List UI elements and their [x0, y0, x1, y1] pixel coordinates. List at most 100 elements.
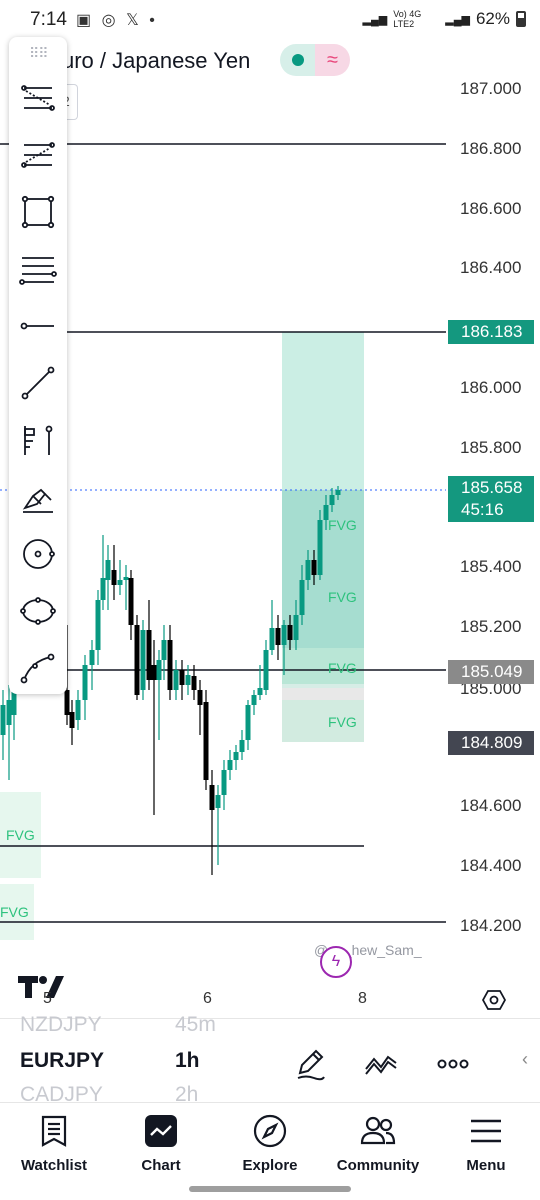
fib-retracement-tool[interactable] [17, 77, 59, 119]
trend-based-fib-icon [21, 142, 55, 168]
price-axis-label: 184.600 [460, 796, 522, 815]
home-indicator[interactable] [189, 1186, 351, 1192]
candle-body [0, 705, 6, 735]
candle-body [209, 785, 215, 810]
horizontal-ray-icon [20, 322, 54, 330]
time-axis-label: 5 [43, 990, 52, 1007]
candle-body [82, 665, 88, 700]
candle-body [251, 695, 257, 705]
price-axis-label: 186.000 [460, 378, 522, 397]
trend-line-icon [21, 366, 55, 400]
candle-body [134, 625, 140, 695]
anchored-vwap-tool[interactable] [17, 419, 59, 461]
candle-body [100, 578, 106, 600]
picker-current-interval[interactable]: 1h [175, 1049, 200, 1073]
nav-label: Watchlist [20, 1157, 88, 1174]
candle-body [299, 580, 305, 615]
rectangle-icon [21, 195, 55, 229]
price-axis-label: 186.400 [460, 258, 522, 277]
more-options-button[interactable] [436, 1047, 472, 1083]
stop-price-tag: 184.809 [448, 731, 534, 755]
anchored-vwap-icon [24, 425, 53, 455]
price-axis-label: 186.800 [460, 139, 522, 158]
candle-body [281, 625, 287, 645]
candle-body [156, 660, 162, 680]
symbol-interval-picker[interactable]: NZDJPY 45m EURJPY 1h CADJPY 2h ‹ [0, 1013, 540, 1106]
candle-body [75, 700, 81, 720]
chart-icon [143, 1113, 179, 1149]
network-label: Vo) 4G LTE2 [393, 9, 422, 29]
ellipse-tool[interactable] [17, 590, 59, 632]
price-axis-label: 185.800 [460, 438, 522, 457]
trend-line-tool[interactable] [17, 362, 59, 404]
ellipse-icon [20, 597, 56, 625]
drag-handle-icon[interactable]: ⠿⠿ [29, 45, 48, 62]
candle-body [317, 520, 323, 575]
fvg-label: FVG [328, 714, 357, 730]
candle-body [203, 702, 209, 780]
status-bar: 7:14 ▣ ◎ 𝕏 • ▂▄▆ Vo) 4G LTE2 ▂▄▆ 62% [0, 0, 540, 40]
indicators-button[interactable] [364, 1047, 400, 1083]
battery-percent: 62% [475, 9, 510, 28]
trend-fib-tool[interactable] [17, 134, 59, 176]
pencil-icon [297, 1049, 325, 1081]
current-price-tag: 185.658 45:16 [448, 476, 534, 522]
market-open-indicator [280, 44, 315, 76]
status-right: ▂▄▆ Vo) 4G LTE2 ▂▄▆ 62% [363, 9, 526, 29]
candle-body [95, 600, 101, 650]
fib-retracement-icon [21, 85, 55, 111]
horizontal-ray-tool[interactable] [17, 305, 59, 347]
rectangle-tool[interactable] [17, 191, 59, 233]
chart-settings-icon[interactable] [482, 988, 506, 1012]
candle-body [179, 670, 185, 685]
parallel-lines-tool[interactable] [17, 248, 59, 290]
menu-icon [468, 1113, 504, 1149]
watchlist-icon [36, 1113, 72, 1149]
price-axis-label: 187.000 [460, 79, 522, 98]
candle-body [329, 495, 335, 505]
picker-prev-symbol[interactable]: NZDJPY [20, 1013, 102, 1037]
target-price-tag: 186.183 [448, 320, 534, 344]
candle-body [233, 752, 239, 760]
nav-label: Chart [141, 1157, 181, 1174]
picker-current-symbol[interactable]: EURJPY [20, 1049, 104, 1073]
candle-body [69, 712, 75, 728]
zap-icon[interactable]: ϟ [320, 946, 352, 978]
nav-watchlist[interactable]: Watchlist [4, 1109, 104, 1183]
brush-tool[interactable] [17, 476, 59, 518]
fvg-box-grey [282, 688, 364, 700]
market-status-pill[interactable]: ≈ [280, 44, 350, 76]
nav-community[interactable]: Community [328, 1109, 428, 1183]
nav-explore[interactable]: Explore [220, 1109, 320, 1183]
candle-body [305, 560, 311, 580]
parallel-lines-icon [19, 257, 57, 285]
compass-icon [252, 1113, 288, 1149]
candle-body [6, 700, 12, 725]
candle-body [221, 770, 227, 795]
nav-chart[interactable]: Chart [111, 1109, 211, 1183]
symbol-title[interactable]: uro / Japanese Yen [62, 48, 250, 74]
battery-icon [516, 11, 526, 27]
candle-body [263, 650, 269, 690]
price-axis-label: 186.600 [460, 199, 522, 218]
candle-body [293, 615, 299, 640]
circle-target-icon [23, 539, 55, 569]
candle-body [123, 577, 129, 580]
candle-body [197, 690, 203, 705]
status-time: 7:14 [30, 9, 67, 30]
fvg-label: FVG [328, 589, 357, 605]
price-axis-label: 184.400 [460, 856, 522, 875]
candle-body [167, 640, 173, 690]
circle-target-tool[interactable] [17, 533, 59, 575]
chevron-left-icon[interactable]: ‹ [522, 1049, 528, 1070]
curve-tool[interactable] [17, 647, 59, 689]
candle-body [215, 795, 221, 808]
candle-body [128, 578, 134, 625]
drawing-tools-button[interactable] [294, 1047, 330, 1083]
candle-body [111, 570, 117, 585]
nav-menu[interactable]: Menu [436, 1109, 536, 1183]
current-price-value: 185.658 [461, 478, 523, 497]
candle-body [269, 628, 275, 650]
picker-prev-interval[interactable]: 45m [175, 1013, 216, 1037]
community-icon [360, 1113, 396, 1149]
